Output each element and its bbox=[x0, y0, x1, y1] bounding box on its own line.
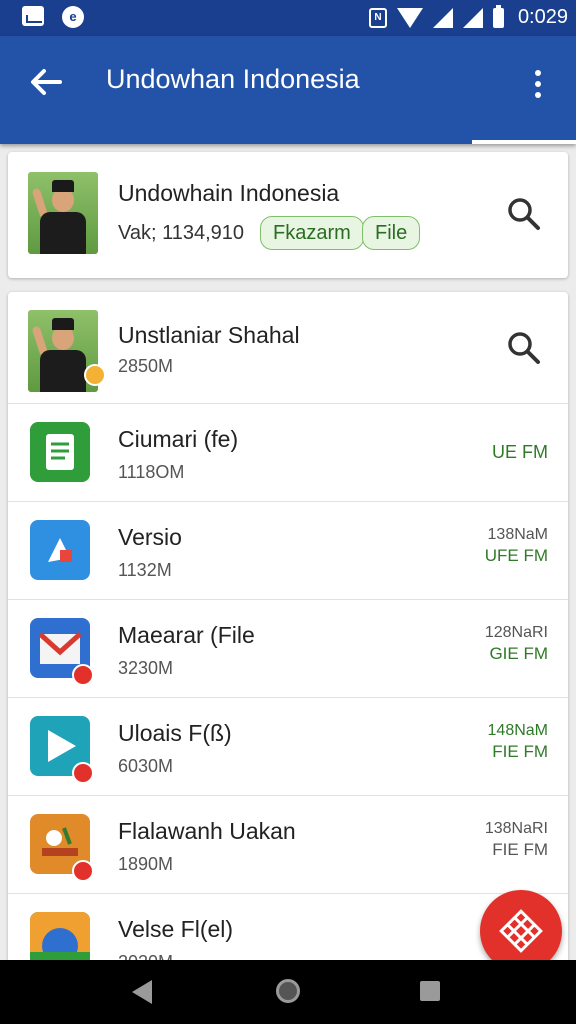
list-item-size: 1118OM bbox=[118, 462, 185, 482]
search-icon[interactable] bbox=[506, 196, 542, 232]
list-item-size: 2850M bbox=[118, 356, 174, 376]
list-item-size: 1890M bbox=[118, 854, 174, 874]
list-item-date: 148NaM bbox=[487, 722, 548, 739]
avatar bbox=[28, 172, 98, 254]
list-item-date: 138NaRI bbox=[484, 820, 548, 837]
signal-icon bbox=[432, 7, 453, 28]
arrow-left-icon bbox=[31, 69, 62, 95]
list-item-title: Maearar (File bbox=[118, 622, 255, 648]
chip-file[interactable]: File bbox=[362, 216, 421, 250]
list-item[interactable]: Maearar (File 3230M 128NaRI GIE FM bbox=[8, 600, 568, 698]
list-item-title: Unstlaniar Shahal bbox=[118, 322, 300, 348]
more-dot-icon bbox=[535, 81, 541, 87]
list-item-title: Velse Fl(el) bbox=[118, 916, 234, 942]
header-title: Undowhain Indonesia bbox=[118, 180, 340, 206]
document-icon bbox=[30, 422, 90, 482]
file-list: Unstlaniar Shahal 2850M Ciumari (fe) 111… bbox=[8, 292, 568, 972]
tab-indicator bbox=[472, 140, 576, 144]
list-item-title: Uloais F(ß) bbox=[118, 720, 232, 746]
close-badge-icon bbox=[84, 364, 106, 386]
more-options-button[interactable] bbox=[522, 64, 554, 104]
status-bar: e N 0:029 bbox=[0, 0, 576, 36]
list-item-title: Ciumari (fe) bbox=[118, 426, 239, 452]
wifi-icon bbox=[396, 7, 423, 28]
list-item-type: GIE FM bbox=[489, 644, 548, 663]
list-item-type: FIE FM bbox=[492, 742, 548, 761]
gallery-notification-icon bbox=[22, 6, 44, 26]
list-item[interactable]: Unstlaniar Shahal 2850M bbox=[8, 292, 568, 404]
back-button[interactable] bbox=[26, 62, 66, 102]
nav-recents-icon[interactable] bbox=[420, 981, 440, 1001]
app-bar: Undowhan Indonesia bbox=[0, 36, 576, 144]
list-item-date: 138NaM bbox=[487, 526, 548, 543]
drive-icon bbox=[30, 520, 90, 580]
list-item-title: Versio bbox=[118, 524, 182, 550]
more-dot-icon bbox=[535, 70, 541, 76]
alert-badge-icon bbox=[72, 762, 94, 784]
list-item-title: Flalawanh Uakan bbox=[118, 818, 296, 844]
list-item-size: 1132M bbox=[118, 560, 172, 580]
alert-badge-icon bbox=[72, 860, 94, 882]
header-subtitle: Vak; 1134,910 bbox=[118, 222, 245, 244]
search-icon[interactable] bbox=[506, 330, 542, 366]
nav-home-icon[interactable] bbox=[276, 979, 300, 1003]
list-item-size: 3230M bbox=[118, 658, 174, 678]
nav-back-icon[interactable] bbox=[132, 980, 152, 1004]
list-item[interactable]: Versio 1132M 138NaM UFE FM bbox=[8, 502, 568, 600]
list-item-size: 6030M bbox=[118, 756, 174, 776]
battery-icon bbox=[492, 4, 504, 28]
system-nav-bar bbox=[0, 960, 576, 1024]
list-item-date: 128NaRI bbox=[484, 624, 548, 641]
more-dot-icon bbox=[535, 92, 541, 98]
status-time: 0:029 bbox=[517, 6, 568, 28]
app-notification-icon: e bbox=[62, 6, 84, 28]
list-item[interactable]: Uloais F(ß) 6030M 148NaM FIE FM bbox=[8, 698, 568, 796]
alert-badge-icon bbox=[72, 664, 94, 686]
header-card[interactable]: Undowhain Indonesia Vak; 1134,910 Fkazar… bbox=[8, 152, 568, 278]
list-item-type: FIE FM bbox=[492, 840, 548, 859]
list-item[interactable]: Ciumari (fe) 1118OM UE FM bbox=[8, 404, 568, 502]
signal-icon-2 bbox=[462, 7, 483, 28]
list-item-type: UE FM bbox=[492, 442, 548, 462]
page-title: Undowhan Indonesia bbox=[106, 64, 360, 94]
list-item[interactable]: Flalawanh Uakan 1890M 138NaRI FIE FM bbox=[8, 796, 568, 894]
nfc-icon: N bbox=[368, 7, 387, 28]
list-item-type: UFE FM bbox=[484, 546, 548, 565]
chip-fkazarm[interactable]: Fkazarm bbox=[260, 216, 364, 250]
